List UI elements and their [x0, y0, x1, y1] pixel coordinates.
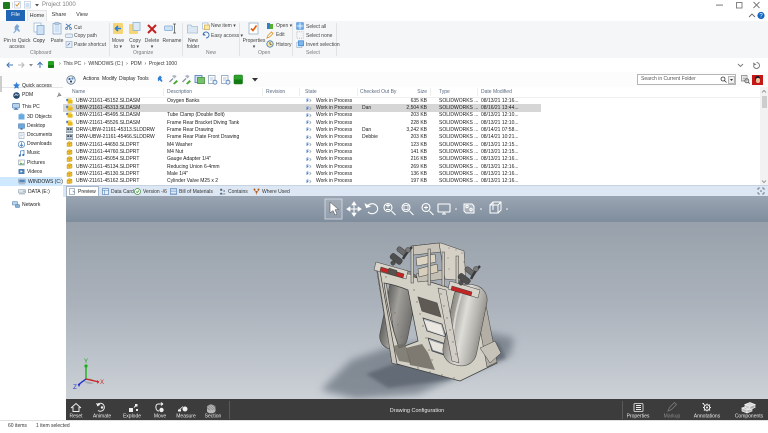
svg-text:Markup: Markup	[664, 414, 681, 420]
svg-text:Z: Z	[73, 385, 77, 391]
svg-text:Section: Section	[205, 414, 222, 420]
svg-text:X: X	[100, 380, 104, 386]
svg-text:Components: Components	[735, 414, 764, 420]
svg-text:Reset: Reset	[69, 414, 83, 420]
svg-text:Explode: Explode	[123, 414, 141, 420]
svg-text:Move: Move	[154, 414, 166, 420]
svg-text:Measure: Measure	[176, 414, 196, 420]
svg-text:Drawing Configuration: Drawing Configuration	[390, 408, 444, 414]
svg-text:Y: Y	[84, 359, 88, 365]
svg-text:Annotations: Annotations	[694, 414, 721, 420]
svg-text:Animate: Animate	[93, 414, 112, 420]
svg-text:Properties: Properties	[627, 414, 650, 420]
